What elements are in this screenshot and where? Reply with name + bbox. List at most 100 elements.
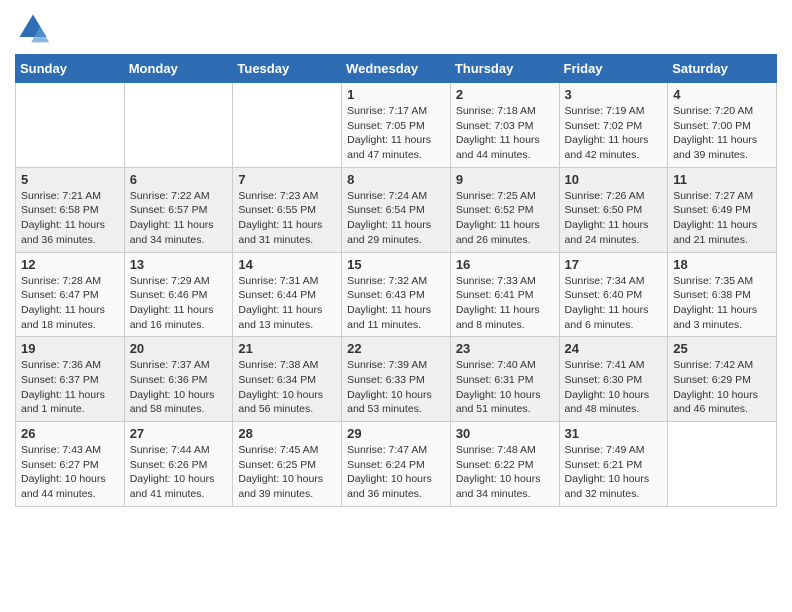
calendar-cell: 24 Sunrise: 7:41 AM Sunset: 6:30 PM Dayli… xyxy=(559,337,668,422)
day-info: Sunrise: 7:23 AM Sunset: 6:55 PM Dayligh… xyxy=(238,189,336,248)
day-number: 5 xyxy=(21,172,119,187)
day-info: Sunrise: 7:29 AM Sunset: 6:46 PM Dayligh… xyxy=(130,274,228,333)
calendar-cell xyxy=(124,83,233,168)
calendar-cell: 12 Sunrise: 7:28 AM Sunset: 6:47 PM Dayli… xyxy=(16,252,125,337)
calendar-cell: 10 Sunrise: 7:26 AM Sunset: 6:50 PM Dayli… xyxy=(559,167,668,252)
calendar-cell: 1 Sunrise: 7:17 AM Sunset: 7:05 PM Daylig… xyxy=(342,83,451,168)
day-info: Sunrise: 7:39 AM Sunset: 6:33 PM Dayligh… xyxy=(347,358,445,417)
day-info: Sunrise: 7:34 AM Sunset: 6:40 PM Dayligh… xyxy=(565,274,663,333)
calendar-cell: 28 Sunrise: 7:45 AM Sunset: 6:25 PM Dayli… xyxy=(233,422,342,507)
day-info: Sunrise: 7:21 AM Sunset: 6:58 PM Dayligh… xyxy=(21,189,119,248)
day-number: 30 xyxy=(456,426,554,441)
day-info: Sunrise: 7:38 AM Sunset: 6:34 PM Dayligh… xyxy=(238,358,336,417)
header-day-friday: Friday xyxy=(559,55,668,83)
day-info: Sunrise: 7:49 AM Sunset: 6:21 PM Dayligh… xyxy=(565,443,663,502)
calendar-cell: 23 Sunrise: 7:40 AM Sunset: 6:31 PM Dayli… xyxy=(450,337,559,422)
day-number: 8 xyxy=(347,172,445,187)
calendar-cell: 14 Sunrise: 7:31 AM Sunset: 6:44 PM Dayli… xyxy=(233,252,342,337)
calendar-cell: 29 Sunrise: 7:47 AM Sunset: 6:24 PM Dayli… xyxy=(342,422,451,507)
calendar-cell xyxy=(16,83,125,168)
header-day-monday: Monday xyxy=(124,55,233,83)
calendar-cell: 13 Sunrise: 7:29 AM Sunset: 6:46 PM Dayli… xyxy=(124,252,233,337)
day-number: 21 xyxy=(238,341,336,356)
day-info: Sunrise: 7:36 AM Sunset: 6:37 PM Dayligh… xyxy=(21,358,119,417)
calendar-header: SundayMondayTuesdayWednesdayThursdayFrid… xyxy=(16,55,777,83)
day-number: 20 xyxy=(130,341,228,356)
day-number: 1 xyxy=(347,87,445,102)
day-info: Sunrise: 7:26 AM Sunset: 6:50 PM Dayligh… xyxy=(565,189,663,248)
logo-icon xyxy=(15,10,51,46)
day-info: Sunrise: 7:48 AM Sunset: 6:22 PM Dayligh… xyxy=(456,443,554,502)
calendar-cell: 3Sunrise: 7:19 AM Sunset: 7:02 PM Daylig… xyxy=(559,83,668,168)
day-info: Sunrise: 7:33 AM Sunset: 6:41 PM Dayligh… xyxy=(456,274,554,333)
day-number: 4 xyxy=(673,87,771,102)
calendar-cell: 18Sunrise: 7:35 AM Sunset: 6:38 PM Dayli… xyxy=(668,252,777,337)
day-number: 11 xyxy=(673,172,771,187)
day-number: 22 xyxy=(347,341,445,356)
calendar-cell: 21 Sunrise: 7:38 AM Sunset: 6:34 PM Dayli… xyxy=(233,337,342,422)
header-day-saturday: Saturday xyxy=(668,55,777,83)
day-info: Sunrise: 7:32 AM Sunset: 6:43 PM Dayligh… xyxy=(347,274,445,333)
calendar-cell: 5 Sunrise: 7:21 AM Sunset: 6:58 PM Daylig… xyxy=(16,167,125,252)
calendar-cell: 9 Sunrise: 7:25 AM Sunset: 6:52 PM Daylig… xyxy=(450,167,559,252)
day-number: 9 xyxy=(456,172,554,187)
day-number: 10 xyxy=(565,172,663,187)
day-number: 14 xyxy=(238,257,336,272)
calendar-cell: 26 Sunrise: 7:43 AM Sunset: 6:27 PM Dayli… xyxy=(16,422,125,507)
header-day-wednesday: Wednesday xyxy=(342,55,451,83)
day-number: 6 xyxy=(130,172,228,187)
calendar-cell: 2 Sunrise: 7:18 AM Sunset: 7:03 PM Daylig… xyxy=(450,83,559,168)
day-number: 23 xyxy=(456,341,554,356)
day-info: Sunrise: 7:24 AM Sunset: 6:54 PM Dayligh… xyxy=(347,189,445,248)
day-number: 13 xyxy=(130,257,228,272)
calendar-cell: 31 Sunrise: 7:49 AM Sunset: 6:21 PM Dayli… xyxy=(559,422,668,507)
calendar-cell: 17Sunrise: 7:34 AM Sunset: 6:40 PM Dayli… xyxy=(559,252,668,337)
header-day-thursday: Thursday xyxy=(450,55,559,83)
day-info: Sunrise: 7:47 AM Sunset: 6:24 PM Dayligh… xyxy=(347,443,445,502)
day-info: Sunrise: 7:17 AM Sunset: 7:05 PM Dayligh… xyxy=(347,104,445,163)
day-number: 15 xyxy=(347,257,445,272)
day-info: Sunrise: 7:37 AM Sunset: 6:36 PM Dayligh… xyxy=(130,358,228,417)
day-info: Sunrise: 7:31 AM Sunset: 6:44 PM Dayligh… xyxy=(238,274,336,333)
calendar-cell xyxy=(668,422,777,507)
day-number: 27 xyxy=(130,426,228,441)
day-info: Sunrise: 7:41 AM Sunset: 6:30 PM Dayligh… xyxy=(565,358,663,417)
day-info: Sunrise: 7:40 AM Sunset: 6:31 PM Dayligh… xyxy=(456,358,554,417)
day-number: 16 xyxy=(456,257,554,272)
day-info: Sunrise: 7:43 AM Sunset: 6:27 PM Dayligh… xyxy=(21,443,119,502)
calendar-cell: 30 Sunrise: 7:48 AM Sunset: 6:22 PM Dayli… xyxy=(450,422,559,507)
day-number: 31 xyxy=(565,426,663,441)
day-number: 12 xyxy=(21,257,119,272)
header-day-sunday: Sunday xyxy=(16,55,125,83)
calendar-cell: 19 Sunrise: 7:36 AM Sunset: 6:37 PM Dayli… xyxy=(16,337,125,422)
calendar-week-4: 19 Sunrise: 7:36 AM Sunset: 6:37 PM Dayli… xyxy=(16,337,777,422)
day-number: 26 xyxy=(21,426,119,441)
calendar-cell: 27 Sunrise: 7:44 AM Sunset: 6:26 PM Dayli… xyxy=(124,422,233,507)
calendar-cell: 15 Sunrise: 7:32 AM Sunset: 6:43 PM Dayli… xyxy=(342,252,451,337)
calendar-cell: 22 Sunrise: 7:39 AM Sunset: 6:33 PM Dayli… xyxy=(342,337,451,422)
calendar-table: SundayMondayTuesdayWednesdayThursdayFrid… xyxy=(15,54,777,507)
day-info: Sunrise: 7:18 AM Sunset: 7:03 PM Dayligh… xyxy=(456,104,554,163)
day-number: 24 xyxy=(565,341,663,356)
day-info: Sunrise: 7:44 AM Sunset: 6:26 PM Dayligh… xyxy=(130,443,228,502)
calendar-cell xyxy=(233,83,342,168)
calendar-cell: 4Sunrise: 7:20 AM Sunset: 7:00 PM Daylig… xyxy=(668,83,777,168)
calendar-body: 1 Sunrise: 7:17 AM Sunset: 7:05 PM Daylig… xyxy=(16,83,777,507)
day-info: Sunrise: 7:25 AM Sunset: 6:52 PM Dayligh… xyxy=(456,189,554,248)
header-row: SundayMondayTuesdayWednesdayThursdayFrid… xyxy=(16,55,777,83)
calendar-week-5: 26 Sunrise: 7:43 AM Sunset: 6:27 PM Dayli… xyxy=(16,422,777,507)
day-number: 29 xyxy=(347,426,445,441)
calendar-cell: 6 Sunrise: 7:22 AM Sunset: 6:57 PM Daylig… xyxy=(124,167,233,252)
day-info: Sunrise: 7:45 AM Sunset: 6:25 PM Dayligh… xyxy=(238,443,336,502)
calendar-cell: 20 Sunrise: 7:37 AM Sunset: 6:36 PM Dayli… xyxy=(124,337,233,422)
day-info: Sunrise: 7:22 AM Sunset: 6:57 PM Dayligh… xyxy=(130,189,228,248)
day-number: 2 xyxy=(456,87,554,102)
day-number: 7 xyxy=(238,172,336,187)
day-number: 28 xyxy=(238,426,336,441)
page-header xyxy=(15,10,777,46)
logo xyxy=(15,10,55,46)
day-info: Sunrise: 7:28 AM Sunset: 6:47 PM Dayligh… xyxy=(21,274,119,333)
day-number: 19 xyxy=(21,341,119,356)
day-number: 18 xyxy=(673,257,771,272)
calendar-cell: 25Sunrise: 7:42 AM Sunset: 6:29 PM Dayli… xyxy=(668,337,777,422)
